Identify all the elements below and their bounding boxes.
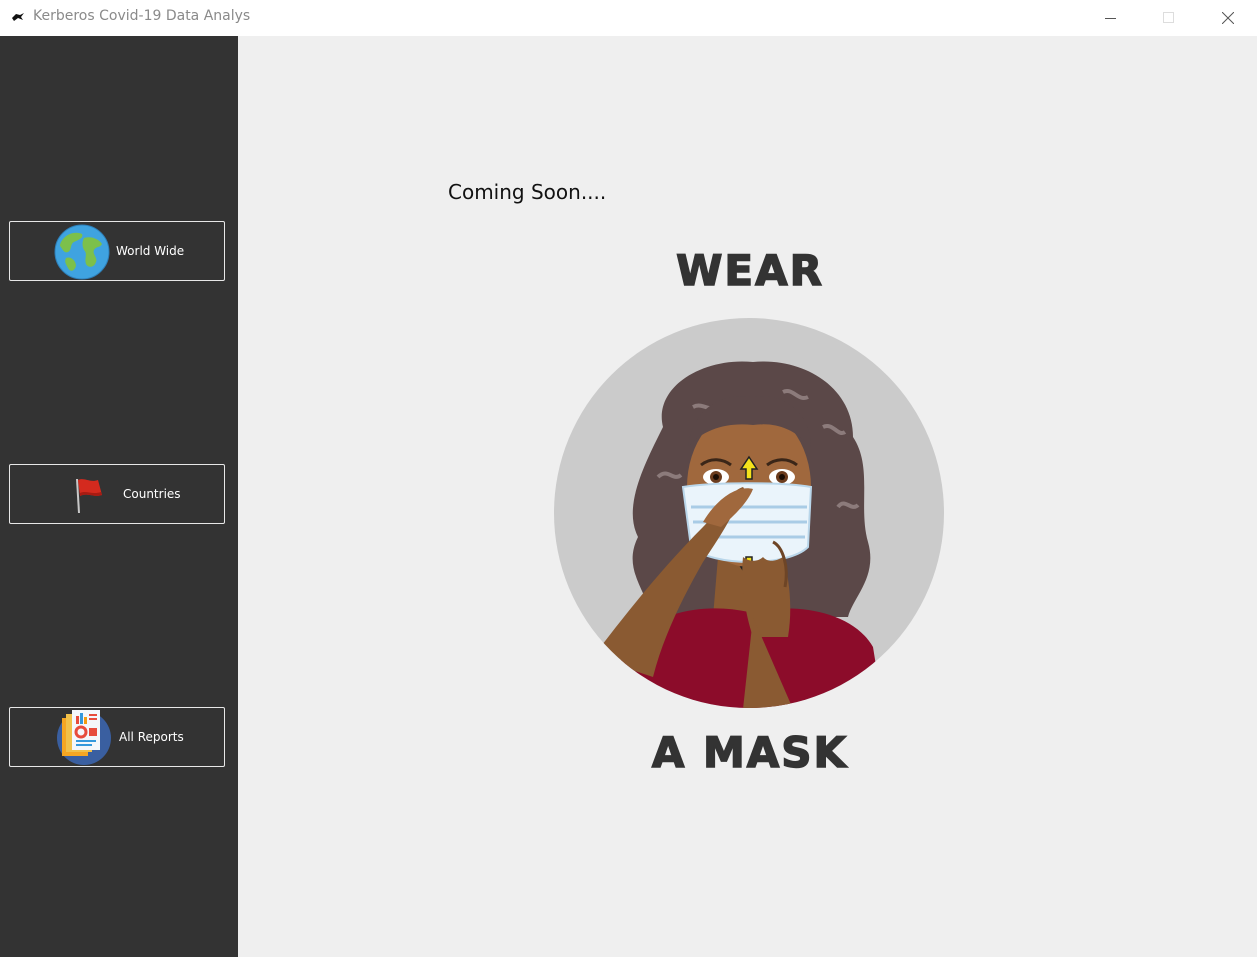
close-icon — [1222, 12, 1234, 24]
app-icon — [12, 13, 24, 21]
maximize-icon — [1163, 12, 1174, 23]
woman-wearing-mask-illustration — [554, 318, 944, 708]
app-window: Kerberos Covid-19 Data Analys World Wide… — [0, 0, 1257, 957]
coming-soon-text: Coming Soon.... — [448, 180, 607, 204]
main-content: Coming Soon.... WEAR A MASK — [238, 36, 1257, 957]
world-wide-label: World Wide — [116, 244, 185, 258]
globe-icon — [54, 224, 110, 280]
sidebar: World Wide Countries All Reports — [0, 36, 238, 957]
maximize-button[interactable] — [1140, 0, 1198, 36]
minimize-icon — [1105, 18, 1116, 19]
world-wide-button[interactable]: World Wide — [9, 221, 225, 281]
countries-button[interactable]: Countries — [9, 464, 225, 524]
title-bar: Kerberos Covid-19 Data Analys — [0, 0, 1257, 36]
window-title: Kerberos Covid-19 Data Analys — [33, 8, 251, 24]
minimize-button[interactable] — [1082, 0, 1140, 36]
countries-label: Countries — [123, 487, 181, 501]
slogan-a-mask: A MASK — [651, 727, 849, 778]
reports-icon — [57, 710, 111, 765]
close-button[interactable] — [1199, 0, 1257, 36]
slogan-wear: WEAR — [675, 245, 824, 296]
all-reports-label: All Reports — [119, 730, 184, 744]
flag-icon — [76, 478, 102, 514]
all-reports-button[interactable]: All Reports — [9, 707, 225, 767]
